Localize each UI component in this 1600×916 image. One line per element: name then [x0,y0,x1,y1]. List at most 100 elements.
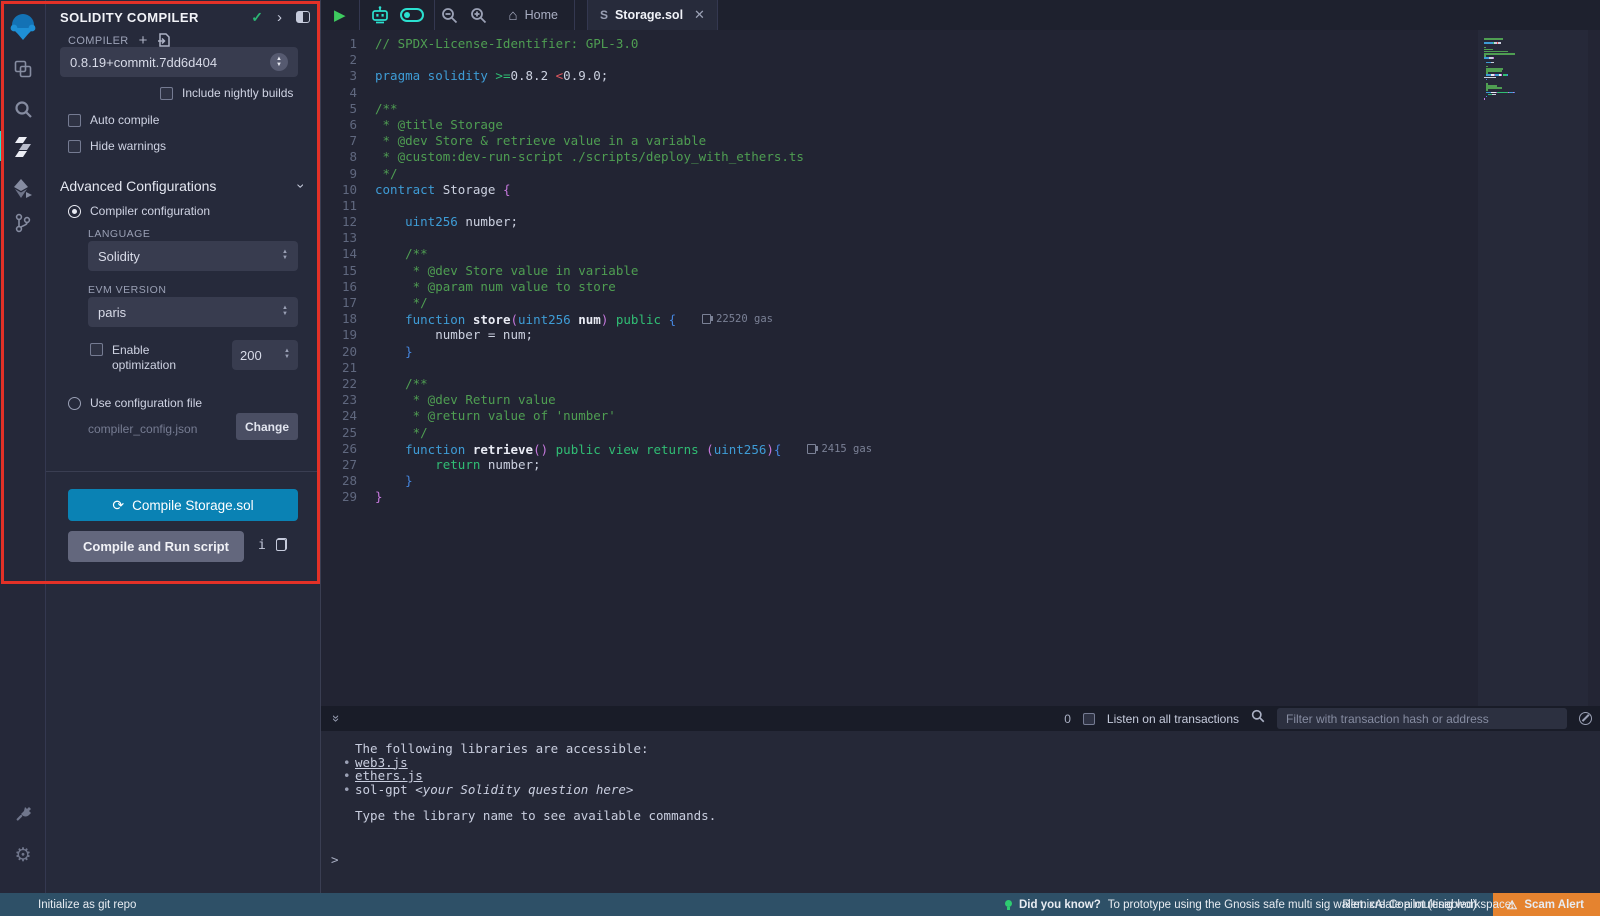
editor-minimap[interactable] [1478,30,1588,706]
code-line[interactable]: 21 [321,360,1600,376]
optimization-runs-input[interactable]: 200 ▲▼ [232,340,298,370]
terminal-hint: Type the library name to see available c… [331,809,1600,823]
line-number: 27 [321,457,375,473]
code-line[interactable]: 14 /** [321,246,1600,262]
tab-storage-sol[interactable]: S Storage.sol ✕ [587,0,718,30]
pin-panel-icon[interactable] [296,11,310,23]
compiler-version-select[interactable]: 0.8.19+commit.7dd6d404 ▲▼ [60,47,298,77]
chevron-right-icon[interactable]: › [277,9,282,26]
copilot-toggle[interactable] [400,8,424,22]
clear-console-icon[interactable] [1579,712,1592,725]
lightbulb-icon [1005,900,1012,910]
line-number: 4 [321,85,375,101]
git-icon[interactable] [0,206,46,240]
code-line[interactable]: 9 */ [321,166,1600,182]
search-icon[interactable] [0,92,46,126]
language-label: LANGUAGE [88,228,150,240]
compiler-section-label: COMPILER [68,35,129,47]
terminal-intro: The following libraries are accessible: [331,742,1600,756]
code-line[interactable]: 6 * @title Storage [321,117,1600,133]
evm-version-select[interactable]: paris ▲▼ [88,297,298,327]
code-line[interactable]: 26 function retrieve() public view retur… [321,441,1600,457]
collapse-terminal-icon[interactable]: » [329,715,344,722]
hide-warnings-row: Hide warnings [68,139,166,153]
line-number: 2 [321,52,375,68]
compile-success-check-icon: ✓ [251,9,263,26]
line-number: 13 [321,230,375,246]
code-line[interactable]: 8 * @custom:dev-run-script ./scripts/dep… [321,149,1600,165]
line-number: 29 [321,489,375,505]
code-line[interactable]: 24 * @return value of 'number' [321,408,1600,424]
terminal-search-icon[interactable] [1251,709,1265,728]
hide-warnings-checkbox[interactable] [68,140,81,153]
tab-home[interactable]: ⌂ Home [493,0,574,30]
transaction-count: 0 [1064,712,1071,726]
code-line[interactable]: 22 /** [321,376,1600,392]
code-line[interactable]: 4 [321,85,1600,101]
deploy-run-icon[interactable] [0,172,46,206]
compile-button[interactable]: ⟳ Compile Storage.sol [68,489,298,521]
remix-logo-icon[interactable] [0,8,46,46]
git-init-status[interactable]: Initialize as git repo [0,899,136,911]
line-number: 28 [321,473,375,489]
line-number: 17 [321,295,375,311]
file-explorer-icon[interactable] [0,52,46,86]
code-line[interactable]: 29} [321,489,1600,505]
status-bar: Initialize as git repo Did you know? To … [0,893,1600,916]
code-line[interactable]: 5/** [321,101,1600,117]
code-line[interactable]: 25 */ [321,425,1600,441]
open-file-icon[interactable] [157,33,171,48]
compile-and-run-button[interactable]: Compile and Run script [68,531,244,562]
code-line[interactable]: 12 uint256 number; [321,214,1600,230]
code-line[interactable]: 11 [321,198,1600,214]
code-line[interactable]: 17 */ [321,295,1600,311]
editor-scrollbar[interactable] [1588,30,1600,706]
code-line[interactable]: 19 number = num; [321,327,1600,343]
use-configuration-file-radio[interactable] [68,397,81,410]
solidity-compiler-icon[interactable] [0,130,46,164]
code-line[interactable]: 15 * @dev Store value in variable [321,263,1600,279]
enable-optimization-checkbox[interactable] [90,343,103,356]
gas-estimate: 22520 gas [702,311,773,327]
code-line[interactable]: 20 } [321,344,1600,360]
code-line[interactable]: 2 [321,52,1600,68]
code-line[interactable]: 28 } [321,473,1600,489]
line-number: 15 [321,263,375,279]
transaction-filter-input[interactable] [1277,708,1567,729]
terminal[interactable]: The following libraries are accessible: … [321,731,1600,893]
change-config-button[interactable]: Change [236,413,298,440]
line-number: 14 [321,246,375,262]
language-select[interactable]: Solidity ▲▼ [88,241,298,271]
settings-gear-icon[interactable]: ⚙ [0,838,46,872]
code-line[interactable]: 7 * @dev Store & retrieve value in a var… [321,133,1600,149]
info-icon[interactable]: i [258,538,266,553]
code-line[interactable]: 3pragma solidity >=0.8.2 <0.9.0; [321,68,1600,84]
auto-compile-row: Auto compile [68,113,159,127]
fuel-pump-icon [702,314,711,324]
zoom-out-icon[interactable] [435,0,464,30]
code-line[interactable]: 23 * @dev Return value [321,392,1600,408]
code-line[interactable]: 16 * @param num value to store [321,279,1600,295]
terminal-prompt[interactable]: > [331,853,1600,867]
panel-title: SOLIDITY COMPILER [60,10,251,25]
plugin-manager-icon[interactable] [0,798,46,832]
ai-robot-icon[interactable] [370,6,390,24]
code-line[interactable]: 27 return number; [321,457,1600,473]
code-editor[interactable]: 1// SPDX-License-Identifier: GPL-3.023pr… [321,30,1600,706]
code-line[interactable]: 10contract Storage { [321,182,1600,198]
copy-icon[interactable] [276,538,287,551]
code-line[interactable]: 18 function store(uint256 num) public {2… [321,311,1600,327]
zoom-in-icon[interactable] [464,0,493,30]
code-line[interactable]: 1// SPDX-License-Identifier: GPL-3.0 [321,36,1600,52]
auto-compile-checkbox[interactable] [68,114,81,127]
include-nightly-checkbox[interactable] [160,87,173,100]
listen-all-transactions-checkbox[interactable] [1083,713,1095,725]
add-custom-compiler-icon[interactable]: + [139,36,148,46]
main-area: ▶ [321,0,1600,893]
code-line[interactable]: 13 [321,230,1600,246]
close-tab-icon[interactable]: ✕ [694,7,705,23]
advanced-configurations-header[interactable]: Advanced Configurations › [60,178,304,194]
run-script-button[interactable]: ▶ [321,0,359,30]
editor-toolbar: ▶ [321,0,1600,30]
compiler-configuration-radio[interactable] [68,205,81,218]
